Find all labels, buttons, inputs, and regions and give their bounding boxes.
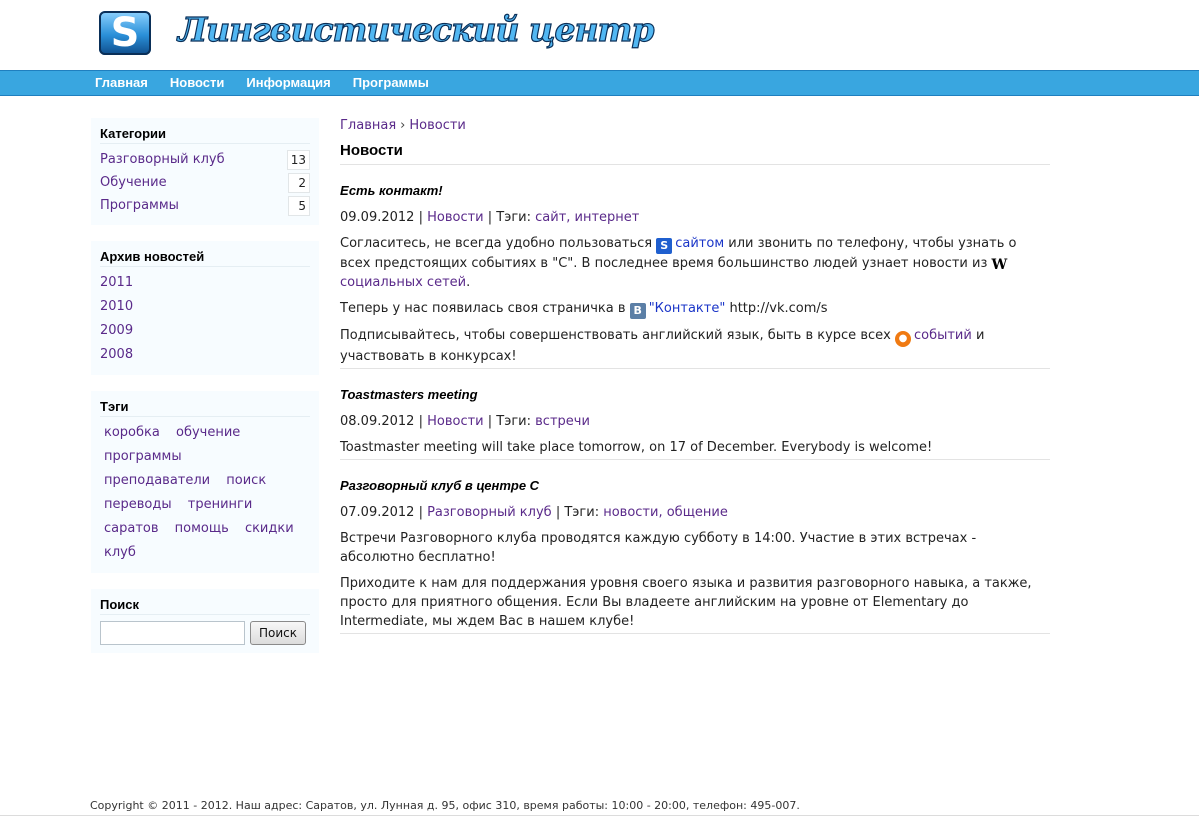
wikipedia-icon: W: [991, 257, 1008, 273]
category-count: 5: [288, 195, 310, 216]
post-date: 09.09.2012: [340, 210, 415, 225]
tags-title: Тэги: [100, 399, 310, 417]
archive-year-link[interactable]: 2010: [100, 299, 133, 314]
breadcrumb-home[interactable]: Главная: [340, 118, 396, 133]
breadcrumb-separator: ›: [400, 118, 406, 133]
post-tags-link[interactable]: встречи: [535, 414, 590, 429]
post-paragraph: Теперь у нас появилась своя страничка в …: [340, 299, 1050, 319]
vkontakte-link[interactable]: "Контакте": [649, 301, 726, 316]
post-date: 07.09.2012: [340, 505, 415, 520]
tags-box: Тэги коробка обучение программы преподав…: [91, 391, 319, 573]
news-post: Toastmasters meeting 08.09.2012 | Новост…: [340, 386, 1050, 460]
logo-icon[interactable]: S: [99, 11, 151, 55]
post-date: 08.09.2012: [340, 414, 415, 429]
tag-link[interactable]: клуб: [104, 541, 136, 565]
tag-cloud: коробка обучение программы преподаватели…: [100, 421, 310, 565]
tag-link[interactable]: поиск: [226, 469, 266, 493]
category-link-programs[interactable]: Программы: [100, 198, 179, 213]
tag-link[interactable]: обучение: [176, 421, 240, 445]
post-tags-label: Тэги:: [496, 210, 531, 225]
tag-link[interactable]: переводы: [104, 493, 172, 517]
post-meta: 09.09.2012 | Новости | Тэги: сайт, интер…: [340, 210, 640, 225]
tag-link[interactable]: преподаватели: [104, 469, 210, 493]
site-link[interactable]: сайтом: [675, 236, 724, 251]
odnoklassniki-icon: ●: [894, 331, 911, 347]
main-navigation: Главная Новости Информация Программы: [0, 70, 1199, 96]
footer-divider: [0, 815, 1199, 816]
archive-title: Архив новостей: [100, 249, 310, 267]
categories-box: Категории Разговорный клуб 13 Обучение 2…: [91, 118, 319, 225]
site-title[interactable]: Лингвистический центр: [177, 9, 655, 49]
search-box: Поиск Поиск: [91, 589, 319, 653]
post-tags-label: Тэги:: [496, 414, 531, 429]
post-paragraph: Приходите к нам для поддержания уровня с…: [340, 576, 1032, 629]
post-category-link[interactable]: Разговорный клуб: [427, 505, 552, 520]
footer-copyright: Copyright © 2011 - 2012. Наш адрес: Сара…: [90, 799, 800, 812]
breadcrumb: Главная › Новости: [340, 116, 1050, 136]
category-row: Программы 5: [100, 194, 310, 217]
post-title[interactable]: Есть контакт!: [340, 182, 1050, 200]
post-category-link[interactable]: Новости: [427, 210, 484, 225]
category-link-education[interactable]: Обучение: [100, 175, 167, 190]
archive-year-link[interactable]: 2009: [100, 323, 133, 338]
post-tags-link[interactable]: новости, общение: [603, 505, 728, 520]
category-link-club[interactable]: Разговорный клуб: [100, 152, 225, 167]
search-button[interactable]: Поиск: [250, 621, 307, 645]
archive-year-link[interactable]: 2011: [100, 275, 133, 290]
site-logo-icon: S: [656, 238, 673, 254]
tag-link[interactable]: скидки: [245, 517, 294, 541]
post-text: Теперь у нас появилась своя страничка в: [340, 301, 626, 316]
nav-item-home[interactable]: Главная: [95, 75, 148, 90]
sidebar: Категории Разговорный клуб 13 Обучение 2…: [91, 118, 319, 669]
news-post: Разговорный клуб в центре С 07.09.2012 |…: [340, 477, 1050, 634]
post-paragraph: Toastmaster meeting will take place tomo…: [340, 440, 933, 455]
post-text: .: [466, 275, 471, 290]
post-meta: 08.09.2012 | Новости | Тэги: встречи: [340, 414, 590, 429]
nav-item-news[interactable]: Новости: [170, 75, 225, 90]
vkontakte-icon: B: [629, 303, 646, 319]
post-paragraph: Согласитесь, не всегда удобно пользовать…: [340, 234, 1050, 292]
post-paragraph: Подписывайтесь, чтобы совершенствовать а…: [340, 326, 1050, 366]
post-meta: 07.09.2012 | Разговорный клуб | Тэги: но…: [340, 505, 728, 520]
post-title[interactable]: Toastmasters meeting: [340, 386, 1050, 404]
archive-year-link[interactable]: 2008: [100, 347, 133, 362]
post-text: http://vk.com/s: [729, 301, 828, 316]
news-post: Есть контакт! 09.09.2012 | Новости | Тэг…: [340, 182, 1050, 369]
nav-item-programs[interactable]: Программы: [353, 75, 429, 90]
nav-item-info[interactable]: Информация: [246, 75, 330, 90]
post-tags-link[interactable]: сайт, интернет: [535, 210, 639, 225]
post-text: Подписывайтесь, чтобы совершенствовать а…: [340, 328, 891, 343]
tag-link[interactable]: помощь: [175, 517, 229, 541]
post-text: Согласитесь, не всегда удобно пользовать…: [340, 236, 653, 251]
category-count: 13: [286, 149, 310, 170]
category-row: Разговорный клуб 13: [100, 148, 310, 171]
post-tags-label: Тэги:: [564, 505, 600, 520]
tag-link[interactable]: саратов: [104, 517, 159, 541]
categories-title: Категории: [100, 126, 310, 144]
main-content: Главная › Новости Новости Есть контакт! 09…: [340, 116, 1050, 634]
tag-link[interactable]: коробка: [104, 421, 160, 445]
site-header: S Лингвистический центр: [0, 0, 1199, 70]
social-networks-link[interactable]: социальных сетей: [340, 275, 466, 290]
page-title: Новости: [340, 142, 1050, 165]
category-count: 2: [288, 172, 310, 193]
breadcrumb-current[interactable]: Новости: [409, 118, 466, 133]
search-title: Поиск: [100, 597, 310, 615]
archive-box: Архив новостей 2011 2010 2009 2008: [91, 241, 319, 375]
tag-link[interactable]: программы: [104, 445, 182, 469]
post-title[interactable]: Разговорный клуб в центре С: [340, 477, 1050, 495]
category-row: Обучение 2: [100, 171, 310, 194]
post-category-link[interactable]: Новости: [427, 414, 484, 429]
search-input[interactable]: [100, 621, 245, 645]
tag-link[interactable]: тренинги: [188, 493, 253, 517]
events-link[interactable]: событий: [914, 328, 972, 343]
post-paragraph: Встречи Разговорного клуба проводятся ка…: [340, 531, 977, 565]
